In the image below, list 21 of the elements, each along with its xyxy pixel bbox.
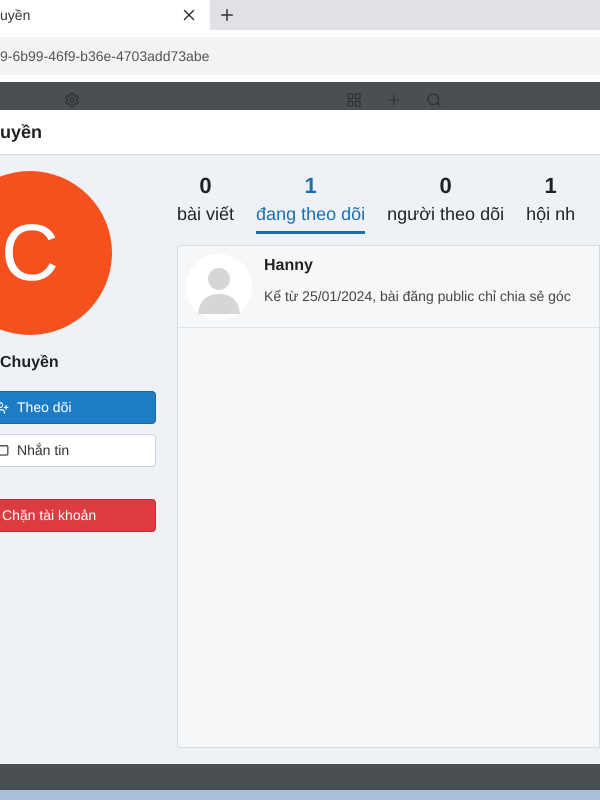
- block-button[interactable]: Chặn tài khoản: [0, 499, 156, 532]
- user-row[interactable]: Hanny Kể từ 25/01/2024, bài đăng public chỉ chia sẻ góc: [178, 246, 599, 328]
- user-name: Hanny: [264, 256, 314, 276]
- user-description: Kể từ 25/01/2024, bài đăng public chỉ chia sẻ góc: [264, 287, 571, 306]
- grid-icon[interactable]: [346, 92, 362, 108]
- settings-icon[interactable]: [64, 92, 80, 108]
- stat-tab[interactable]: 1 đang theo dõi: [256, 171, 366, 234]
- add-icon[interactable]: [386, 92, 402, 108]
- dialog-title: uyền: [0, 120, 42, 144]
- follow-button[interactable]: Theo dõi: [0, 391, 156, 424]
- message-button[interactable]: Nhắn tin: [0, 434, 156, 467]
- stat-tab[interactable]: 0 người theo dõi: [387, 171, 504, 234]
- profile-name: Chuyền: [0, 353, 60, 373]
- browser-tab[interactable]: uyền: [0, 0, 210, 30]
- avatar-icon: [186, 254, 252, 320]
- avatar: C: [0, 171, 112, 335]
- search-icon[interactable]: [426, 92, 442, 108]
- new-tab-icon[interactable]: [218, 6, 236, 24]
- stat-tab[interactable]: 0 bài viết: [177, 171, 234, 234]
- address-bar[interactable]: 9-6b99-46f9-b36e-4703add73abe: [0, 37, 600, 75]
- stat-tab[interactable]: 1 hội nh: [526, 171, 576, 234]
